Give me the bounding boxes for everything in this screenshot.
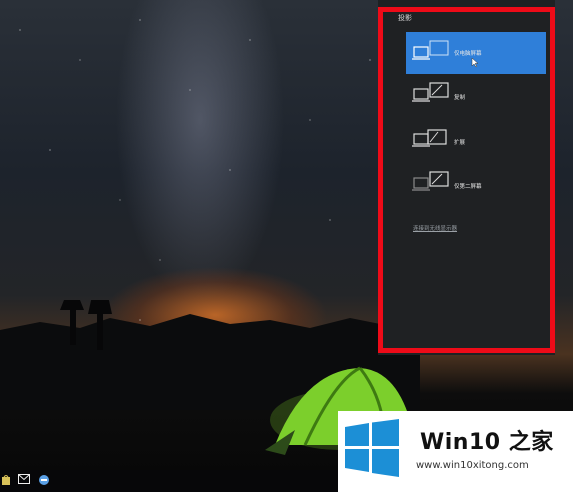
starry-sky — [0, 0, 420, 330]
brand-suffix: 之家 — [508, 430, 554, 455]
second-screen-only-icon — [412, 171, 449, 191]
duplicate-icon — [412, 82, 449, 102]
option-label: 仅电脑屏幕 — [454, 51, 482, 57]
option-extend[interactable]: 扩展 — [406, 119, 546, 161]
mouse-cursor-icon — [471, 58, 479, 68]
option-label: 仅第二屏幕 — [454, 184, 482, 190]
edge-icon[interactable] — [38, 474, 50, 486]
windows-logo-icon — [345, 419, 399, 477]
option-second-screen-only[interactable]: 仅第二屏幕 — [406, 163, 546, 205]
pc-screen-only-icon — [412, 40, 449, 60]
watermark-url: www.win10xitong.com — [416, 460, 529, 471]
option-duplicate[interactable]: 复制 — [406, 74, 546, 116]
option-label: 复制 — [454, 95, 466, 101]
brand-prefix: Win10 — [420, 430, 501, 455]
panel-title: 投影 — [398, 14, 412, 22]
extend-icon — [412, 129, 447, 147]
connect-wireless-display-link[interactable]: 连接到无线显示器 — [413, 224, 457, 232]
watermark-brand: Win10 之家 — [420, 424, 554, 456]
mail-icon[interactable] — [18, 474, 30, 486]
option-label: 扩展 — [454, 140, 466, 146]
store-icon[interactable] — [0, 474, 12, 486]
